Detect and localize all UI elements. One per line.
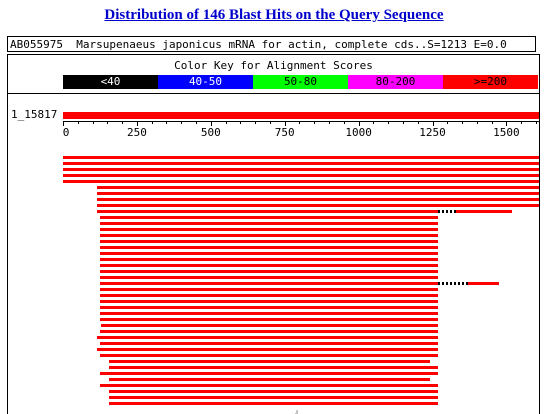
axis-minor-tick bbox=[299, 121, 301, 124]
axis-minor-tick bbox=[92, 121, 94, 124]
axis-minor-tick bbox=[521, 121, 523, 124]
hit-bar[interactable] bbox=[108, 366, 439, 369]
hit-bar[interactable] bbox=[99, 246, 439, 249]
color-key: <40 40-50 50-80 80-200 >=200 bbox=[63, 75, 538, 89]
hit-bar[interactable] bbox=[96, 348, 439, 351]
color-key-title: Color Key for Alignment Scores bbox=[174, 59, 373, 72]
hit-bar[interactable] bbox=[99, 330, 439, 333]
hit-bar[interactable] bbox=[108, 390, 439, 393]
query-description: AB055975 Marsupenaeus japonicus mRNA for… bbox=[7, 36, 536, 52]
hit-bar[interactable] bbox=[99, 216, 439, 219]
hit-bar-segment[interactable] bbox=[456, 210, 512, 213]
hit-bar[interactable] bbox=[99, 228, 439, 231]
hit-bar[interactable] bbox=[99, 258, 439, 261]
axis-tick-label: 1000 bbox=[345, 126, 372, 139]
axis-minor-tick bbox=[196, 121, 198, 124]
axis-minor-tick bbox=[107, 121, 109, 124]
divider bbox=[8, 93, 539, 94]
hit-bar[interactable] bbox=[99, 222, 439, 225]
axis-minor-tick bbox=[166, 121, 168, 124]
hit-bar[interactable] bbox=[108, 360, 430, 363]
hit-bar[interactable] bbox=[99, 372, 439, 375]
hit-bar-segment[interactable] bbox=[467, 282, 500, 285]
axis-minor-tick bbox=[314, 121, 316, 124]
hit-bar[interactable] bbox=[99, 234, 439, 237]
axis-minor-tick bbox=[447, 121, 449, 124]
axis-minor-tick bbox=[343, 121, 345, 124]
axis-minor-tick bbox=[491, 121, 493, 124]
axis-minor-tick bbox=[476, 121, 478, 124]
axis-minor-tick bbox=[122, 121, 124, 124]
axis-tick-label: 750 bbox=[274, 126, 295, 139]
hit-bar[interactable] bbox=[99, 318, 439, 321]
axis-tick-label: 0 bbox=[62, 126, 70, 139]
color-key-segment: <40 bbox=[63, 75, 158, 89]
axis-minor-tick bbox=[225, 121, 227, 124]
axis-tick-label: 1500 bbox=[493, 126, 520, 139]
hit-bar[interactable] bbox=[63, 174, 539, 177]
axis-tick-label: 1250 bbox=[419, 126, 446, 139]
axis-minor-tick bbox=[417, 121, 419, 124]
axis-minor-tick bbox=[402, 121, 404, 124]
hits-panel: Color Key for Alignment Scores <40 40-50 5… bbox=[7, 54, 540, 414]
hit-bar[interactable] bbox=[99, 270, 439, 273]
axis-minor-tick bbox=[240, 121, 242, 124]
hit-bar[interactable] bbox=[101, 324, 439, 327]
hit-bar[interactable] bbox=[108, 378, 430, 381]
color-key-segment: >=200 bbox=[443, 75, 538, 89]
axis-minor-tick bbox=[151, 121, 153, 124]
axis-minor-tick bbox=[329, 121, 331, 124]
hand-cursor-icon: ☝ bbox=[290, 407, 300, 414]
hit-bar[interactable] bbox=[96, 210, 439, 213]
hit-bar[interactable] bbox=[99, 384, 439, 387]
hit-bar[interactable] bbox=[99, 240, 439, 243]
hit-bar[interactable] bbox=[108, 402, 439, 405]
axis-minor-tick bbox=[535, 121, 537, 124]
axis-tick-label: 500 bbox=[200, 126, 221, 139]
axis-tick-label: 250 bbox=[126, 126, 147, 139]
axis-minor-tick bbox=[77, 121, 79, 124]
hit-bar[interactable] bbox=[96, 192, 539, 195]
query-label: 1_15817 bbox=[11, 108, 58, 121]
color-key-segment: 80-200 bbox=[348, 75, 443, 89]
hit-bar[interactable] bbox=[96, 336, 439, 339]
hit-bar[interactable] bbox=[96, 204, 539, 207]
hit-bar[interactable] bbox=[63, 162, 539, 165]
page-title[interactable]: Distribution of 146 Blast Hits on the Qu… bbox=[0, 7, 548, 24]
hit-gap bbox=[438, 282, 468, 285]
axis-minor-tick bbox=[181, 121, 183, 124]
hit-bar[interactable] bbox=[63, 156, 539, 159]
hit-bar[interactable] bbox=[108, 396, 439, 399]
axis-minor-tick bbox=[255, 121, 257, 124]
hit-bar[interactable] bbox=[99, 276, 439, 279]
hit-bar[interactable] bbox=[99, 282, 439, 285]
axis-minor-tick bbox=[388, 121, 390, 124]
hit-bar[interactable] bbox=[99, 264, 439, 267]
axis-ruler bbox=[63, 121, 539, 122]
hit-bar[interactable] bbox=[63, 180, 539, 183]
hit-bar[interactable] bbox=[63, 168, 539, 171]
hit-bar[interactable] bbox=[99, 252, 439, 255]
color-key-segment: 50-80 bbox=[253, 75, 348, 89]
hit-bar[interactable] bbox=[99, 300, 439, 303]
hit-bar[interactable] bbox=[99, 288, 439, 291]
hit-gap bbox=[438, 210, 457, 213]
hit-bar[interactable] bbox=[99, 312, 439, 315]
color-key-segment: 40-50 bbox=[158, 75, 253, 89]
axis-minor-tick bbox=[462, 121, 464, 124]
query-bar bbox=[63, 112, 539, 119]
hit-bar[interactable] bbox=[99, 354, 439, 357]
hit-bar[interactable] bbox=[99, 306, 439, 309]
axis-minor-tick bbox=[269, 121, 271, 124]
hit-bar[interactable] bbox=[96, 198, 539, 201]
axis-minor-tick bbox=[373, 121, 375, 124]
hit-bar[interactable] bbox=[99, 294, 439, 297]
hit-bar[interactable] bbox=[99, 342, 439, 345]
hit-bar[interactable] bbox=[96, 186, 539, 189]
